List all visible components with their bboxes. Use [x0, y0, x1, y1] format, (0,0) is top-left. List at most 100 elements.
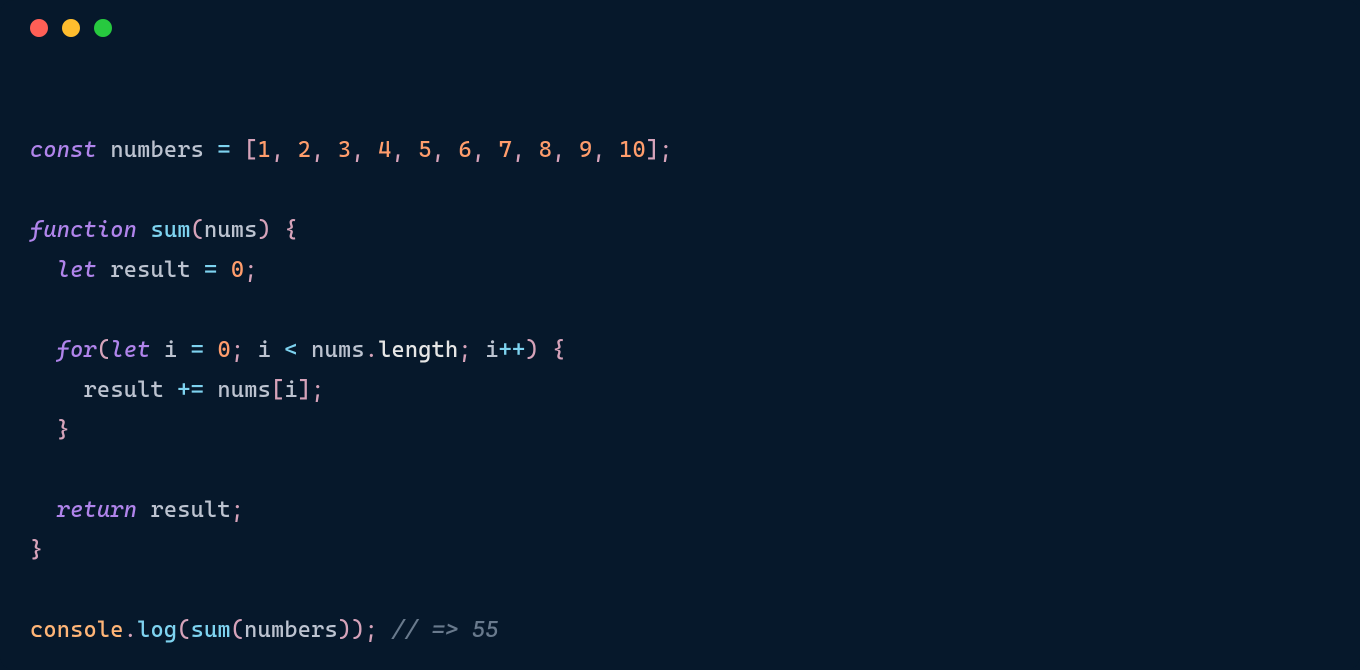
num-1: 1	[258, 137, 271, 163]
num-3: 3	[338, 137, 351, 163]
comma: ,	[391, 137, 418, 163]
ident-i: i	[258, 337, 271, 363]
code-line: const numbers = [1, 2, 3, 4, 5, 6, 7, 8,…	[30, 137, 673, 163]
code-window: const numbers = [1, 2, 3, 4, 5, 6, 7, 8,…	[0, 0, 1360, 670]
space	[97, 257, 110, 283]
semi: ;	[311, 377, 324, 403]
space	[150, 337, 163, 363]
code-line: function sum(nums) {	[30, 217, 298, 243]
fn-log: log	[137, 617, 177, 643]
close-icon[interactable]	[30, 19, 48, 37]
code-line: for(let i = 0; i < nums.length; i++) {	[30, 337, 566, 363]
indent	[30, 497, 57, 523]
indent	[30, 417, 57, 443]
indent	[30, 257, 57, 283]
comma: ,	[512, 137, 539, 163]
ident-numbers: numbers	[110, 137, 204, 163]
code-line: return result;	[30, 497, 244, 523]
lparen: (	[231, 617, 244, 643]
rbracket: ]	[298, 377, 311, 403]
window-titlebar	[0, 0, 1360, 56]
plusplus: ++	[499, 337, 526, 363]
dot: .	[124, 617, 137, 643]
obj-console: console	[30, 617, 124, 643]
rparen: )	[525, 337, 538, 363]
space	[164, 377, 177, 403]
rbrace: }	[57, 417, 70, 443]
eq: =	[204, 257, 217, 283]
space	[204, 377, 217, 403]
space	[271, 217, 284, 243]
comma: ,	[472, 137, 499, 163]
comma: ,	[271, 137, 298, 163]
space	[244, 337, 257, 363]
space	[298, 337, 311, 363]
comma: ,	[552, 137, 579, 163]
keyword-let: let	[110, 337, 150, 363]
space	[472, 337, 485, 363]
code-line: console.log(sum(numbers)); // => 55	[30, 617, 499, 643]
num-5: 5	[418, 137, 431, 163]
ident-nums: nums	[204, 217, 258, 243]
space	[137, 217, 150, 243]
eq: =	[217, 137, 230, 163]
space	[177, 337, 190, 363]
dot: .	[365, 337, 378, 363]
code-line: }	[30, 417, 70, 443]
num-6: 6	[458, 137, 471, 163]
ident-numbers: numbers	[244, 617, 338, 643]
ident-result: result	[150, 497, 230, 523]
zoom-icon[interactable]	[94, 19, 112, 37]
comma: ,	[592, 137, 619, 163]
semi: ;	[365, 617, 378, 643]
code-line: result += nums[i];	[30, 377, 325, 403]
fn-sum: sum	[191, 617, 231, 643]
lbrace: {	[552, 337, 565, 363]
space	[191, 257, 204, 283]
space	[271, 337, 284, 363]
space	[204, 337, 217, 363]
num-10: 10	[619, 137, 646, 163]
space	[378, 617, 391, 643]
lbracket: [	[271, 377, 284, 403]
lbracket: [	[244, 137, 257, 163]
ident-i: i	[485, 337, 498, 363]
keyword-const: const	[30, 137, 97, 163]
ident-nums: nums	[311, 337, 365, 363]
num-0: 0	[217, 337, 230, 363]
indent	[30, 337, 57, 363]
ident-i: i	[284, 377, 297, 403]
rparen: )	[351, 617, 364, 643]
ident-nums: nums	[217, 377, 271, 403]
space	[204, 137, 217, 163]
ident-result: result	[84, 377, 164, 403]
keyword-function: function	[30, 217, 137, 243]
num-9: 9	[579, 137, 592, 163]
comment: // => 55	[391, 617, 498, 643]
keyword-for: for	[57, 337, 97, 363]
comma: ,	[432, 137, 459, 163]
code-line: }	[30, 537, 43, 563]
keyword-let: let	[57, 257, 97, 283]
num-2: 2	[298, 137, 311, 163]
lbrace: {	[284, 217, 297, 243]
lparen: (	[97, 337, 110, 363]
ident-result: result	[110, 257, 190, 283]
space	[231, 137, 244, 163]
pluseq: +=	[177, 377, 204, 403]
space	[217, 257, 230, 283]
num-0: 0	[231, 257, 244, 283]
lt: <	[284, 337, 297, 363]
num-8: 8	[539, 137, 552, 163]
code-line: let result = 0;	[30, 257, 258, 283]
space	[539, 337, 552, 363]
minimize-icon[interactable]	[62, 19, 80, 37]
num-7: 7	[499, 137, 512, 163]
keyword-return: return	[57, 497, 137, 523]
semi: ;	[231, 497, 244, 523]
semi: ;	[458, 337, 471, 363]
semi: ;	[244, 257, 257, 283]
rparen: )	[338, 617, 351, 643]
fn-sum: sum	[150, 217, 190, 243]
rparen: )	[258, 217, 271, 243]
